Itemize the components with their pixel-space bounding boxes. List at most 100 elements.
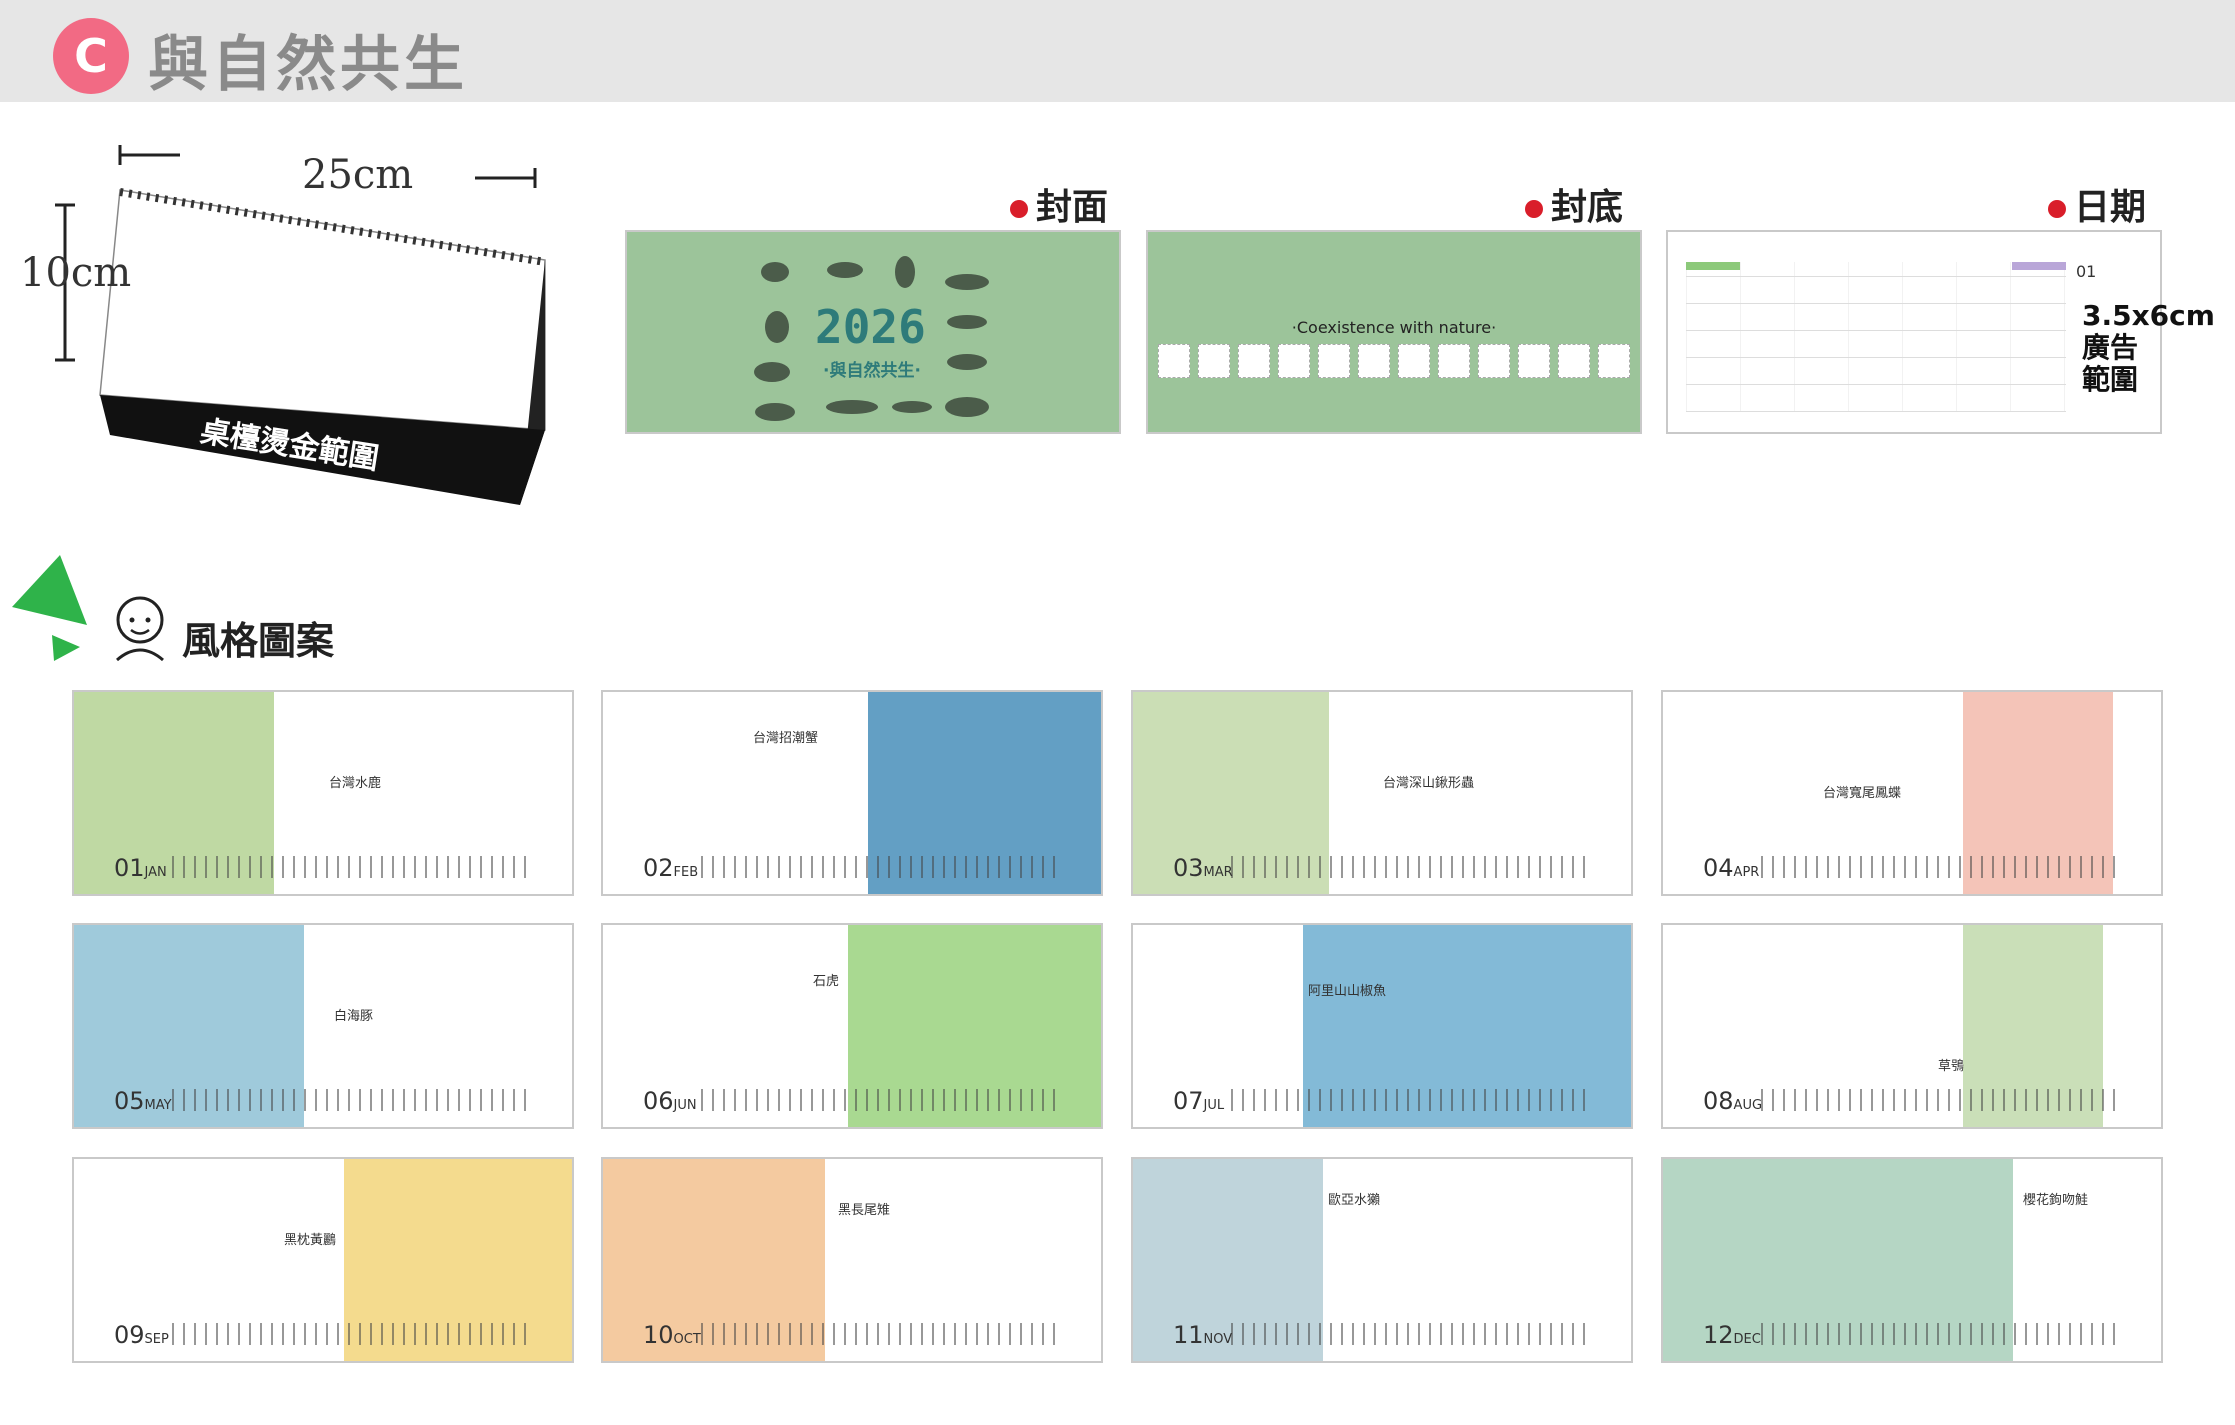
month-card: 04APR 台灣寬尾鳳蝶 — [1661, 690, 2163, 896]
girl-face-icon — [116, 596, 164, 662]
month-card: 01JAN 台灣水鹿 — [72, 690, 574, 896]
animal-name: 草鴞 — [1938, 1059, 1965, 1074]
header-bar: C 與自然共生 — [0, 0, 2235, 102]
date-strip — [1231, 856, 1591, 878]
stamp-thumb — [1198, 344, 1230, 378]
stamp-thumb — [1478, 344, 1510, 378]
stamp-thumb — [1518, 344, 1550, 378]
stamp-thumb — [1278, 344, 1310, 378]
back-cover-preview: ·Coexistence with nature· — [1146, 230, 1642, 434]
month-number: 06JUN — [643, 1087, 697, 1115]
month-abbr: APR — [1733, 865, 1760, 880]
month-number: 05MAY — [114, 1087, 172, 1115]
date-strip — [701, 1323, 1061, 1345]
month-card: 05MAY 白海豚 — [72, 923, 574, 1129]
month-number: 11NOV — [1173, 1321, 1233, 1349]
red-dot-icon — [2048, 200, 2066, 218]
section-label-dates: 日期 — [2048, 178, 2146, 230]
animal-name: 台灣水鹿 — [329, 776, 382, 791]
sun-header — [1686, 262, 1740, 270]
width-label: 25cm — [302, 152, 414, 198]
animal-name: 黑長尾雉 — [838, 1203, 891, 1218]
red-dot-icon — [1525, 200, 1543, 218]
month-card: 06JUN 石虎 — [601, 923, 1103, 1129]
date-strip — [172, 856, 532, 878]
month-card: 03MAR 台灣深山鍬形蟲 — [1131, 690, 1633, 896]
desk-calendar-mockup: 25cm 10cm 桌檯燙金範圍 — [0, 130, 580, 540]
date-strip — [172, 1089, 532, 1111]
stamp-thumb — [1318, 344, 1350, 378]
animal-name: 台灣招潮蟹 — [753, 731, 819, 746]
stamp-thumb — [1558, 344, 1590, 378]
date-page-preview: 01 3.5x6cm 廣告範圍 — [1666, 230, 2215, 434]
back-cover-text: ·Coexistence with nature· — [1291, 318, 1497, 337]
animal-name: 石虎 — [813, 974, 840, 989]
stamp-thumb — [1238, 344, 1270, 378]
month-number: 09SEP — [114, 1321, 169, 1349]
stamp-thumb — [1158, 344, 1190, 378]
month-abbr: OCT — [673, 1332, 701, 1347]
month-number: 02FEB — [643, 854, 699, 882]
month-abbr: MAY — [144, 1098, 172, 1113]
month-abbr: DEC — [1733, 1332, 1761, 1347]
date-month-number: 01 — [2076, 262, 2097, 281]
stamp-thumb — [1598, 344, 1630, 378]
cover-preview: 2026 ·與自然共生· — [625, 230, 1121, 434]
green-triangle-icon — [12, 555, 87, 661]
date-strip — [1231, 1323, 1591, 1345]
height-label: 10cm — [20, 250, 132, 296]
section-badge: C — [53, 18, 129, 94]
stamp-thumb — [1398, 344, 1430, 378]
month-card: 09SEP 黑枕黃鸝 — [72, 1157, 574, 1363]
animal-name: 台灣寬尾鳳蝶 — [1823, 786, 1902, 801]
month-number: 01JAN — [114, 854, 167, 882]
style-section-title: 風格圖案 — [182, 619, 335, 663]
month-number: 03MAR — [1173, 854, 1233, 882]
desk-calendar-illustration — [55, 145, 546, 505]
month-abbr: AUG — [1733, 1098, 1763, 1113]
animal-name: 台灣深山鍬形蟲 — [1383, 776, 1475, 791]
date-strip — [1761, 1089, 2121, 1111]
month-abbr: JUN — [673, 1098, 697, 1113]
date-strip — [1761, 856, 2121, 878]
cover-year: 2026 — [815, 300, 926, 354]
animal-name: 櫻花鉤吻鮭 — [2023, 1193, 2089, 1208]
month-abbr: JUL — [1203, 1098, 1225, 1113]
month-abbr: SEP — [144, 1332, 169, 1347]
month-number: 07JUL — [1173, 1087, 1225, 1115]
ad-area-label: 3.5x6cm 廣告範圍 — [2082, 299, 2215, 396]
month-card: 10OCT 黑長尾雉 — [601, 1157, 1103, 1363]
month-abbr: MAR — [1203, 865, 1233, 880]
month-card: 11NOV 歐亞水獺 — [1131, 1157, 1633, 1363]
stamp-strip — [1158, 344, 1630, 380]
animal-name: 白海豚 — [334, 1009, 374, 1024]
red-dot-icon — [1010, 200, 1028, 218]
animal-name: 阿里山山椒魚 — [1308, 984, 1387, 999]
cover-subtitle: ·與自然共生· — [823, 361, 921, 381]
month-card: 08AUG 草鴞 — [1661, 923, 2163, 1129]
stamp-thumb — [1438, 344, 1470, 378]
date-strip — [701, 856, 1061, 878]
date-strip — [1231, 1089, 1591, 1111]
month-number: 08AUG — [1703, 1087, 1763, 1115]
month-number: 10OCT — [643, 1321, 701, 1349]
month-number: 04APR — [1703, 854, 1760, 882]
date-grid — [1686, 262, 2066, 412]
month-abbr: FEB — [673, 865, 699, 880]
month-abbr: NOV — [1203, 1332, 1233, 1347]
date-strip — [701, 1089, 1061, 1111]
month-abbr: JAN — [144, 865, 167, 880]
month-card: 07JUL 阿里山山椒魚 — [1131, 923, 1633, 1129]
month-card: 12DEC 櫻花鉤吻鮭 — [1661, 1157, 2163, 1363]
date-strip — [172, 1323, 532, 1345]
month-number: 12DEC — [1703, 1321, 1761, 1349]
animal-name: 黑枕黃鸝 — [284, 1233, 337, 1248]
page-title: 與自然共生 — [148, 30, 468, 100]
section-label-cover: 封面 — [1010, 178, 1108, 230]
date-strip — [1761, 1323, 2121, 1345]
stamp-thumb — [1358, 344, 1390, 378]
month-card: 02FEB 台灣招潮蟹 — [601, 690, 1103, 896]
sat-header — [2012, 262, 2066, 270]
animal-name: 歐亞水獺 — [1328, 1193, 1381, 1208]
section-label-back: 封底 — [1525, 178, 1623, 230]
